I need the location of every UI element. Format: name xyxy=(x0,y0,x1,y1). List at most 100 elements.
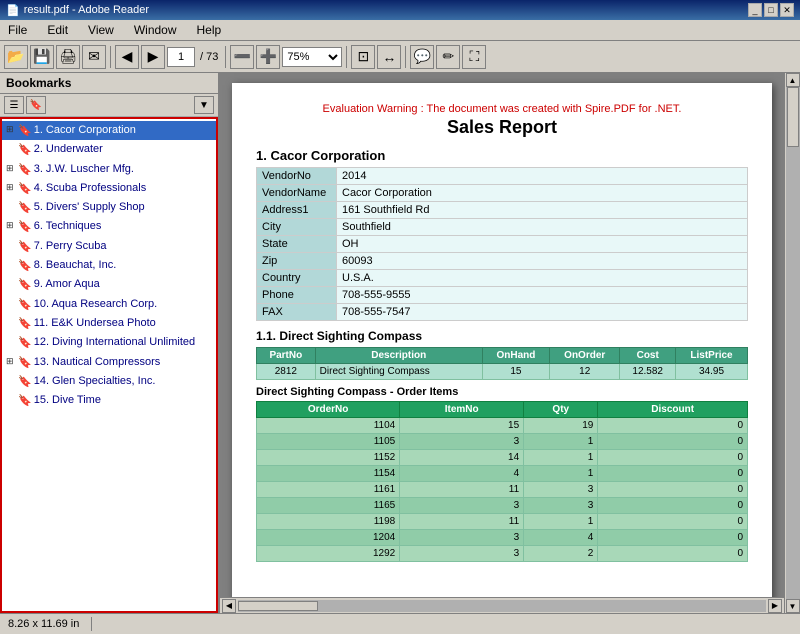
page-number-input[interactable]: 1 xyxy=(167,47,195,67)
bookmark-item-3[interactable]: ⊞🔖3. J.W. Luscher Mfg. xyxy=(2,160,216,179)
product-col-onorder: OnOrder xyxy=(550,348,620,364)
order-cell: 1104 xyxy=(257,418,400,434)
fit-page-button[interactable]: ⊡ xyxy=(351,45,375,69)
bookmark-label-8: 8. Beauchat, Inc. xyxy=(34,258,212,272)
bookmark-item-12[interactable]: 🔖12. Diving International Unlimited xyxy=(2,333,216,352)
product-col-listprice: ListPrice xyxy=(676,348,748,364)
vendor-value-zip: 60093 xyxy=(337,253,748,270)
main-area: Bookmarks ☰ 🔖 ▼ ⊞🔖1. Cacor Corporation 🔖… xyxy=(0,73,800,613)
bookmark-label-6: 6. Techniques xyxy=(34,219,212,233)
bookmark-label-14: 14. Glen Specialties, Inc. xyxy=(34,374,212,388)
menu-bar: File Edit View Window Help xyxy=(0,20,800,41)
bookmark-icon-5: 🔖 xyxy=(18,201,32,215)
bookmark-item-10[interactable]: 🔖10. Aqua Research Corp. xyxy=(2,295,216,314)
bookmark-expand-3[interactable]: ⊞ xyxy=(6,163,18,175)
vendor-label-country: Country xyxy=(257,270,337,287)
menu-edit[interactable]: Edit xyxy=(43,22,72,38)
order-cell: 3 xyxy=(400,434,524,450)
bookmark-item-6[interactable]: ⊞🔖6. Techniques xyxy=(2,217,216,236)
bookmark-label-7: 7. Perry Scuba xyxy=(34,239,212,253)
sidebar-list-btn[interactable]: ☰ xyxy=(4,96,24,114)
bookmark-item-5[interactable]: 🔖5. Divers' Supply Shop xyxy=(2,198,216,217)
bookmark-item-11[interactable]: 🔖11. E&K Undersea Photo xyxy=(2,314,216,333)
order-cell: 1292 xyxy=(257,546,400,562)
bookmark-item-1[interactable]: ⊞🔖1. Cacor Corporation xyxy=(2,121,216,140)
sidebar-title: Bookmarks xyxy=(6,76,71,90)
next-page-button[interactable]: ▶ xyxy=(141,45,165,69)
product-col-onhand: OnHand xyxy=(482,348,549,364)
close-button[interactable]: ✕ xyxy=(780,3,794,17)
bookmark-expand-1[interactable]: ⊞ xyxy=(6,124,18,136)
menu-view[interactable]: View xyxy=(84,22,118,38)
content-area[interactable]: Evaluation Warning : The document was cr… xyxy=(220,73,784,597)
bookmark-label-3: 3. J.W. Luscher Mfg. xyxy=(34,162,212,176)
prev-page-button[interactable]: ◀ xyxy=(115,45,139,69)
sidebar-bookmark-btn[interactable]: 🔖 xyxy=(26,96,46,114)
bookmark-icon-10: 🔖 xyxy=(18,298,32,312)
order-cell: 3 xyxy=(400,498,524,514)
order-cell: 1105 xyxy=(257,434,400,450)
h-scroll-right-btn[interactable]: ▶ xyxy=(768,599,782,613)
minimize-button[interactable]: _ xyxy=(748,3,762,17)
zoom-in-button[interactable]: ➕ xyxy=(256,45,280,69)
bookmark-list: ⊞🔖1. Cacor Corporation 🔖2. Underwater⊞🔖3… xyxy=(0,117,218,613)
bookmark-item-14[interactable]: 🔖14. Glen Specialties, Inc. xyxy=(2,372,216,391)
pdf-page: Evaluation Warning : The document was cr… xyxy=(232,83,772,597)
vendor-value-phone: 708-555-9555 xyxy=(337,287,748,304)
bookmark-label-15: 15. Dive Time xyxy=(34,393,212,407)
menu-file[interactable]: File xyxy=(4,22,31,38)
bookmark-item-7[interactable]: 🔖7. Perry Scuba xyxy=(2,237,216,256)
order-col-itemno: ItemNo xyxy=(400,402,524,418)
bookmark-label-9: 9. Amor Aqua xyxy=(34,277,212,291)
order-cell: 0 xyxy=(598,450,748,466)
v-scroll-up-btn[interactable]: ▲ xyxy=(786,73,800,87)
email-button[interactable]: ✉ xyxy=(82,45,106,69)
comment-button[interactable]: 💬 xyxy=(410,45,434,69)
bookmark-item-2[interactable]: 🔖2. Underwater xyxy=(2,140,216,159)
right-scrollbar[interactable]: ▲ ▼ xyxy=(784,73,800,613)
order-cell: 3 xyxy=(524,498,598,514)
toolbar-separator-2 xyxy=(225,46,226,68)
zoom-select[interactable]: 50% 75% 100% 125% 150% xyxy=(282,47,342,67)
v-scroll-down-btn[interactable]: ▼ xyxy=(786,599,800,613)
maximize-button[interactable]: □ xyxy=(764,3,778,17)
order-cell: 3 xyxy=(524,482,598,498)
order-cell: 0 xyxy=(598,546,748,562)
order-cell: 4 xyxy=(524,530,598,546)
h-scroll-left-btn[interactable]: ◀ xyxy=(222,599,236,613)
h-scroll-thumb[interactable] xyxy=(238,601,318,611)
order-cell: 15 xyxy=(400,418,524,434)
vendor-label-phone: Phone xyxy=(257,287,337,304)
fullscreen-button[interactable]: ⛶ xyxy=(462,45,486,69)
highlight-button[interactable]: ✏ xyxy=(436,45,460,69)
order-cell: 0 xyxy=(598,418,748,434)
bookmark-expand-6[interactable]: ⊞ xyxy=(6,220,18,232)
print-button[interactable]: 🖨 xyxy=(56,45,80,69)
status-sep xyxy=(91,617,92,631)
order-items-table: OrderNoItemNoQtyDiscount1104151901105310… xyxy=(256,401,748,562)
vendor-value-state: OH xyxy=(337,236,748,253)
zoom-out-button[interactable]: ➖ xyxy=(230,45,254,69)
vendor-label-state: State xyxy=(257,236,337,253)
fit-width-button[interactable]: ↔ xyxy=(377,45,401,69)
bookmark-item-13[interactable]: ⊞🔖13. Nautical Compressors xyxy=(2,353,216,372)
menu-window[interactable]: Window xyxy=(130,22,181,38)
sidebar-options-btn[interactable]: ▼ xyxy=(194,96,214,114)
v-scroll-thumb[interactable] xyxy=(787,87,799,147)
vendor-value-city: Southfield xyxy=(337,219,748,236)
h-scrollbar[interactable]: ◀ ▶ xyxy=(220,597,784,613)
order-cell: 1165 xyxy=(257,498,400,514)
bookmark-item-15[interactable]: 🔖15. Dive Time xyxy=(2,391,216,410)
bookmark-expand-4[interactable]: ⊞ xyxy=(6,182,18,194)
product-cell: 12.582 xyxy=(620,364,676,380)
bookmark-expand-13[interactable]: ⊞ xyxy=(6,356,18,368)
bookmark-item-4[interactable]: ⊞🔖4. Scuba Professionals xyxy=(2,179,216,198)
menu-help[interactable]: Help xyxy=(193,22,226,38)
bookmark-item-8[interactable]: 🔖8. Beauchat, Inc. xyxy=(2,256,216,275)
order-cell: 0 xyxy=(598,434,748,450)
bookmark-icon-7: 🔖 xyxy=(18,240,32,254)
product-col-cost: Cost xyxy=(620,348,676,364)
save-button[interactable]: 💾 xyxy=(30,45,54,69)
open-button[interactable]: 📂 xyxy=(4,45,28,69)
bookmark-item-9[interactable]: 🔖9. Amor Aqua xyxy=(2,275,216,294)
